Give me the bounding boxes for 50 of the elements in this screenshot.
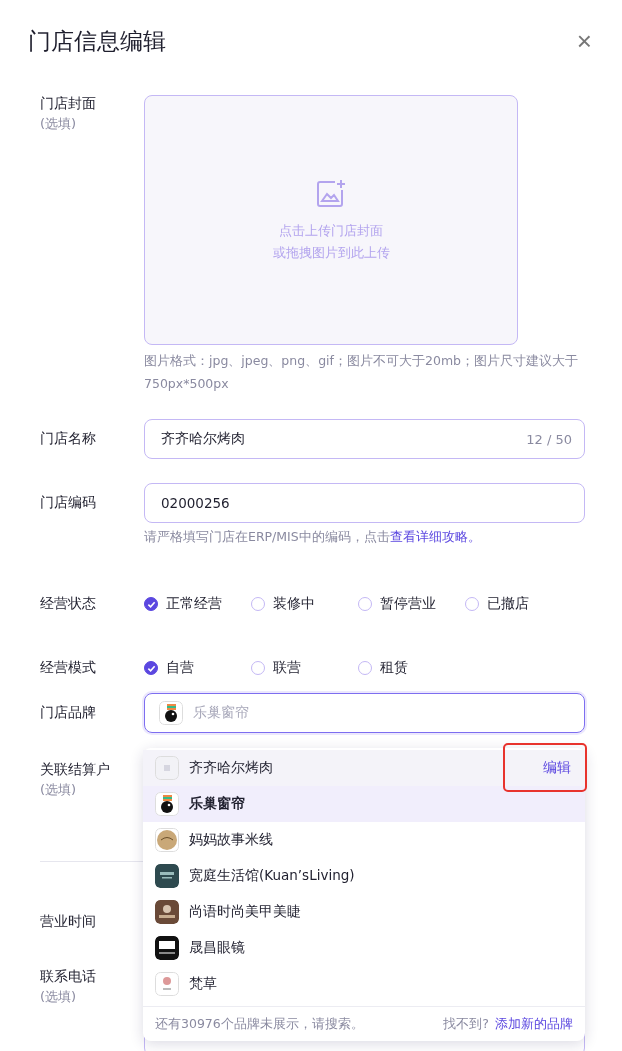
char-count: 12 / 50 [526, 431, 572, 447]
check-icon [146, 663, 156, 673]
upload-text: 点击上传门店封面 [279, 222, 383, 240]
brand-option[interactable]: 宽庭生活馆(Kuan’sLiving) [143, 858, 585, 894]
add-brand-link[interactable]: 添加新的品牌 [495, 1015, 573, 1033]
field-label: 经营状态 [40, 595, 97, 613]
field-label: 门店名称 [40, 430, 97, 448]
logo-icon [155, 756, 179, 780]
image-add-icon [315, 178, 347, 210]
check-icon [146, 599, 156, 609]
radio-option[interactable]: 已撤店 [465, 595, 572, 613]
logo-icon [155, 792, 179, 816]
field-label: 门店编码 [40, 494, 97, 512]
radio-option[interactable]: 装修中 [251, 595, 358, 613]
guide-link[interactable]: 查看详细攻略。 [389, 529, 481, 544]
footer-question: 找不到? [443, 1015, 489, 1033]
logo-icon [159, 701, 183, 725]
field-label: 门店品牌 [40, 704, 97, 722]
brand-option[interactable]: 梵草 [143, 966, 585, 1002]
radio-option[interactable]: 租赁 [358, 659, 465, 677]
optional-label: (选填) [40, 781, 78, 799]
logo-icon [155, 900, 179, 924]
field-label: 关联结算户 [40, 761, 111, 779]
brand-option[interactable]: 妈妈故事米线 [143, 822, 585, 858]
brand-option[interactable]: 尚语时尚美甲美睫 [143, 894, 585, 930]
edit-link[interactable]: 编辑 [543, 759, 571, 777]
logo-icon [155, 972, 179, 996]
radio-option[interactable]: 自营 [144, 659, 251, 677]
optional-label: (选填) [40, 115, 78, 133]
dialog-title: 门店信息编辑 [28, 26, 166, 56]
logo-icon [155, 864, 179, 888]
logo-icon [155, 936, 179, 960]
field-label: 门店封面 [40, 95, 97, 113]
radio-option[interactable]: 正常经营 [144, 595, 251, 613]
radio-option[interactable]: 联营 [251, 659, 358, 677]
input-field[interactable]: 齐齐哈尔烤肉 12 / 50 [144, 419, 585, 459]
input-field[interactable]: 02000256 [144, 483, 585, 523]
brand-option[interactable]: 齐齐哈尔烤肉 编辑 [143, 750, 585, 786]
field-label: 联系电话 [40, 968, 97, 986]
code-hint: 请严格填写门店在ERP/MIS中的编码，点击查看详细攻略。 [144, 528, 482, 546]
footer-note: 还有30976个品牌未展示，请搜索。 [155, 1015, 364, 1033]
brand-option[interactable]: 乐巢窗帘 [143, 786, 585, 822]
brand-option[interactable]: 晟昌眼镜 [143, 930, 585, 966]
field-label: 营业时间 [40, 913, 97, 931]
format-hint: 图片格式：jpg、jpeg、png、gif；图片不可大于20mb；图片尺寸建议大于750px*500px [144, 352, 579, 393]
field-label: 经营模式 [40, 659, 97, 677]
upload-text: 或拖拽图片到此上传 [272, 244, 390, 262]
radio-option[interactable]: 暂停营业 [358, 595, 465, 613]
logo-icon [155, 828, 179, 852]
optional-label: (选填) [40, 988, 78, 1006]
